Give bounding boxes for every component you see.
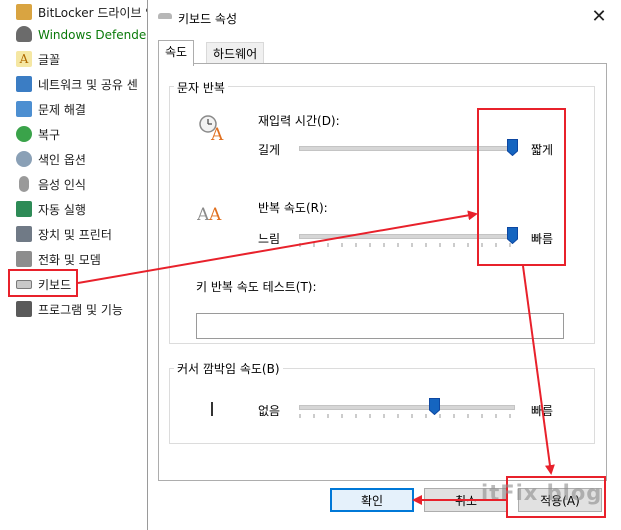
blink-max-label: 빠름 xyxy=(531,404,554,418)
repeat-test-label: 키 반복 속도 테스트(T): xyxy=(196,280,317,294)
close-icon[interactable]: ✕ xyxy=(588,6,610,28)
cp-item-recovery[interactable]: 복구 xyxy=(16,124,60,144)
cp-item-label: 문제 해결 xyxy=(38,102,86,117)
repeat-test-input[interactable] xyxy=(196,313,564,339)
tab-hardware[interactable]: 하드웨어 xyxy=(206,42,265,65)
keyboard-properties-dialog: 키보드 속성 ✕ 속도 하드웨어 문자 반복 A 재입력 시간(D): 길게 짧… xyxy=(147,0,621,530)
keyboard-highlight-box xyxy=(8,269,78,297)
repeat-group-title: 문자 반복 xyxy=(174,79,228,96)
delay-min-label: 길게 xyxy=(258,143,281,157)
repeat-group xyxy=(169,86,595,344)
bitlocker-icon xyxy=(16,4,32,20)
rate-slider-ticks xyxy=(299,243,511,247)
rate-min-label: 느림 xyxy=(258,232,281,246)
cp-item-fonts[interactable]: A 글꼴 xyxy=(16,49,60,69)
cp-item-troubleshoot[interactable]: 문제 해결 xyxy=(16,99,86,119)
cp-item-label: 글꼴 xyxy=(38,52,61,67)
cp-item-index[interactable]: 색인 옵션 xyxy=(16,149,86,169)
troubleshoot-icon xyxy=(16,101,32,117)
cp-item-bitlocker[interactable]: BitLocker 드라이브 암 xyxy=(16,2,150,22)
cp-item-label: 색인 옵션 xyxy=(38,152,86,167)
phone-icon xyxy=(16,251,32,267)
delay-slider-thumb[interactable] xyxy=(507,139,518,156)
cp-item-programs[interactable]: 프로그램 및 기능 xyxy=(16,299,123,319)
cursor-preview xyxy=(211,402,213,416)
blink-min-label: 없음 xyxy=(258,404,281,418)
blink-slider-track[interactable] xyxy=(299,405,515,410)
cp-item-printers[interactable]: 장치 및 프린터 xyxy=(16,224,112,244)
cp-item-label: 프로그램 및 기능 xyxy=(38,302,123,317)
rate-max-label: 빠름 xyxy=(531,232,554,246)
cp-item-label: 장치 및 프린터 xyxy=(38,227,112,242)
watermark: itFix blog xyxy=(481,481,603,505)
cp-item-label: 네트워크 및 공유 센 xyxy=(38,77,138,92)
blink-slider-thumb[interactable] xyxy=(429,398,440,415)
cp-item-autoplay[interactable]: 자동 실행 xyxy=(16,199,86,219)
cp-item-label: 자동 실행 xyxy=(38,202,86,217)
rate-label: 반복 속도(R): xyxy=(258,201,328,215)
repeat-rate-icon: A A xyxy=(197,205,222,224)
blink-slider-ticks xyxy=(299,414,511,418)
cp-item-network[interactable]: 네트워크 및 공유 센 xyxy=(16,74,138,94)
rate-slider-track[interactable] xyxy=(299,234,515,239)
cp-item-label: 복구 xyxy=(38,127,61,142)
rate-slider-thumb[interactable] xyxy=(507,227,518,244)
ok-button[interactable]: 확인 xyxy=(330,488,414,512)
cp-item-phone[interactable]: 전화 및 모뎀 xyxy=(16,249,101,269)
title-bar[interactable]: 키보드 속성 ✕ xyxy=(148,0,621,36)
index-icon xyxy=(16,151,32,167)
cp-item-label: 전화 및 모뎀 xyxy=(38,252,101,267)
keyboard-icon xyxy=(158,13,172,19)
dialog-title: 키보드 속성 xyxy=(178,12,238,26)
control-panel-list: BitLocker 드라이브 암 Windows Defender 방 A 글꼴… xyxy=(0,0,150,530)
delay-max-label: 짧게 xyxy=(531,143,554,157)
programs-icon xyxy=(16,301,32,317)
svg-text:A: A xyxy=(210,125,224,143)
repeat-delay-icon: A xyxy=(199,115,224,143)
network-icon xyxy=(16,76,32,92)
recovery-icon xyxy=(16,126,32,142)
cp-item-label: BitLocker 드라이브 암 xyxy=(38,5,150,20)
font-icon: A xyxy=(16,51,32,67)
delay-label: 재입력 시간(D): xyxy=(258,114,340,128)
tab-speed[interactable]: 속도 xyxy=(158,40,195,66)
cp-item-label: 음성 인식 xyxy=(38,177,86,192)
printer-icon xyxy=(16,226,32,242)
cp-item-label: Windows Defender 방 xyxy=(38,27,150,42)
svg-text:A: A xyxy=(208,205,222,224)
defender-icon xyxy=(16,26,32,42)
autoplay-icon xyxy=(16,201,32,217)
delay-slider-track[interactable] xyxy=(299,146,515,151)
microphone-icon xyxy=(19,176,29,192)
cp-item-speech[interactable]: 음성 인식 xyxy=(16,174,86,194)
cp-item-defender[interactable]: Windows Defender 방 xyxy=(16,24,150,44)
cursor-blink-title: 커서 깜박임 속도(B) xyxy=(174,360,283,377)
